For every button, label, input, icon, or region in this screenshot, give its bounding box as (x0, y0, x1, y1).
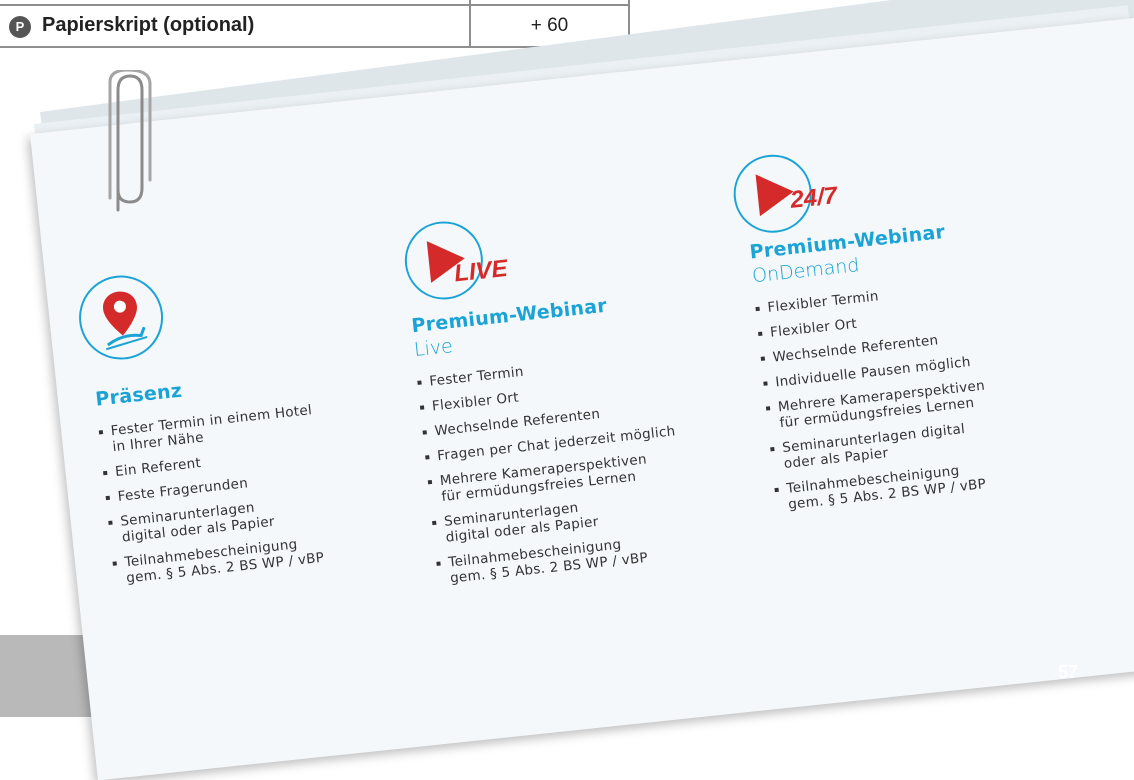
seminar-formats: Präsenz Fester Termin in einem Hotel in I… (0, 0, 1134, 774)
location-circle (74, 271, 168, 364)
ondemand-tag: 24/7 (789, 182, 839, 214)
live-tag: LIVE (452, 254, 509, 288)
feature-list: Fester Termin Flexibler Ort Wechselnde R… (417, 344, 738, 588)
column-praesenz: Präsenz Fester Termin in einem Hotel in I… (94, 362, 374, 597)
feature-list: Fester Termin in einem Hotel in Ihrer Näh… (98, 397, 374, 587)
feature-list: Flexibler Termin Flexibler Ort Wechselnd… (755, 270, 1076, 514)
column-webinar-live: Premium-Webinar Live Fester Termin Flexi… (410, 284, 738, 597)
page-number: 57 (1058, 662, 1079, 682)
location-pin-icon (103, 291, 148, 351)
paperclip-icon (108, 70, 152, 212)
column-webinar-ondemand: Premium-Webinar OnDemand Flexibler Termi… (749, 210, 1077, 523)
